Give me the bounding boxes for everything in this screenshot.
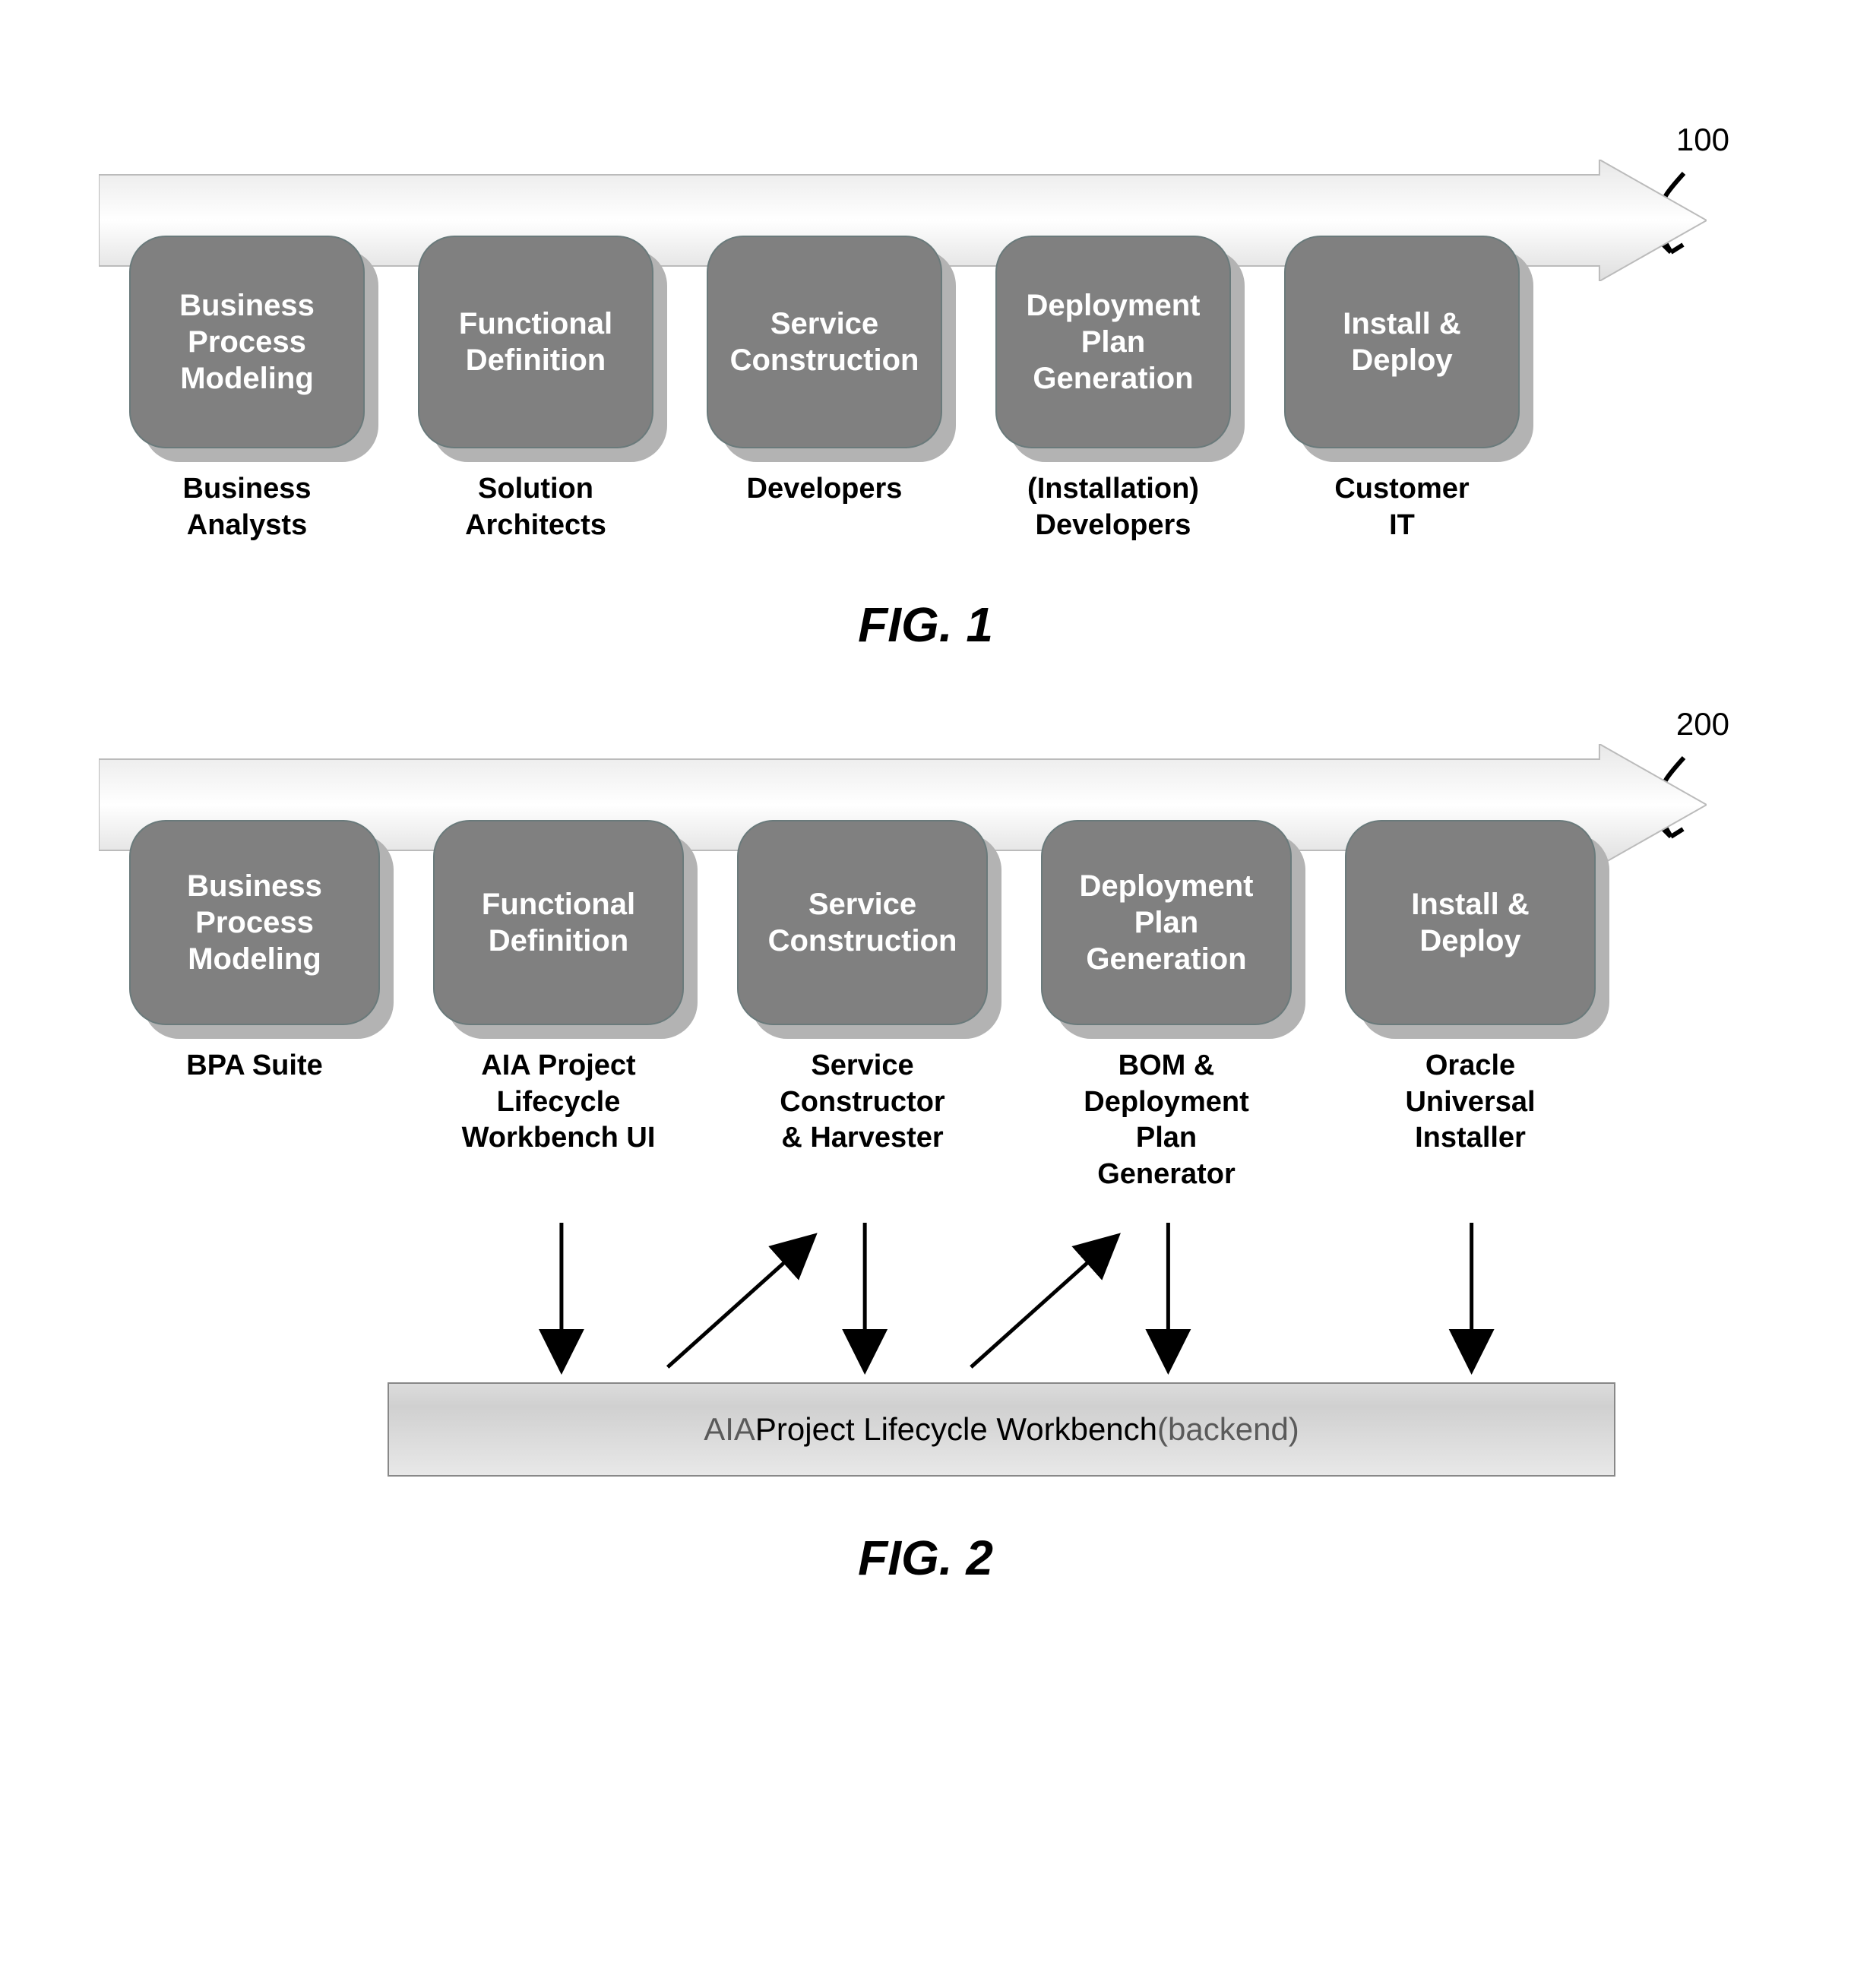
fig1-box-5: Install &Deploy [1284, 236, 1520, 448]
fig1-caption-2: SolutionArchitects [418, 471, 653, 543]
fig2-caption-row: BPA Suite AIA ProjectLifecycleWorkbench … [99, 1048, 1752, 1192]
fig1-box-4-title: DeploymentPlanGeneration [1027, 287, 1201, 397]
fig1-box-3: ServiceConstruction [707, 236, 942, 448]
fig2-box-5: Install &Deploy [1345, 820, 1596, 1025]
fig1-box-5-title: Install &Deploy [1343, 305, 1461, 378]
fig1-box-4: DeploymentPlanGeneration [995, 236, 1231, 448]
fig2-box-2-title: FunctionalDefinition [482, 886, 635, 959]
fig2-box-4-title: DeploymentPlanGeneration [1080, 868, 1254, 977]
fig2-box-2: FunctionalDefinition [433, 820, 684, 1025]
fig1-box-3-title: ServiceConstruction [730, 305, 919, 378]
fig1-box-1: BusinessProcessModeling [129, 236, 365, 448]
fig1-label: FIG. 1 [99, 597, 1752, 653]
fig2-backend-bar: AIA Project Lifecycle Workbench (backend… [388, 1382, 1615, 1477]
fig1-box-2: FunctionalDefinition [418, 236, 653, 448]
fig2-box-1: BusinessProcessModeling [129, 820, 380, 1025]
fig2-label: FIG. 2 [99, 1530, 1752, 1586]
fig1-ref-number: 100 [1676, 122, 1729, 158]
fig1-box-2-title: FunctionalDefinition [459, 305, 612, 378]
fig2-flow-arrows [129, 1215, 1722, 1382]
fig2-box-5-title: Install &Deploy [1411, 886, 1530, 959]
fig2-caption-1: BPA Suite [129, 1048, 380, 1192]
fig2-caption-4: BOM &DeploymentPlanGenerator [1041, 1048, 1292, 1192]
fig2-box-3-title: ServiceConstruction [768, 886, 957, 959]
fig2-ref-number: 200 [1676, 706, 1729, 742]
fig2-box-4: DeploymentPlanGeneration [1041, 820, 1292, 1025]
fig2-box-1-title: BusinessProcessModeling [187, 868, 322, 977]
fig2-backend-prefix: AIA [704, 1411, 755, 1448]
fig2-caption-3: ServiceConstructor& Harvester [737, 1048, 988, 1192]
fig1-caption-5: CustomerIT [1284, 471, 1520, 543]
fig2-backend-emph: Project Lifecycle Workbench [755, 1411, 1157, 1448]
fig2-caption-2: AIA ProjectLifecycleWorkbench UI [433, 1048, 684, 1192]
fig1-caption-4: (Installation)Developers [995, 471, 1231, 543]
fig2-caption-5: OracleUniversalInstaller [1345, 1048, 1596, 1192]
figure-1: 100 BusinessProcessModeling [99, 160, 1752, 653]
figure-2: 200 BusinessProcessModeling [99, 744, 1752, 1586]
fig1-caption-3: Developers [707, 471, 942, 543]
fig2-box-3: ServiceConstruction [737, 820, 988, 1025]
fig2-box-row: BusinessProcessModeling FunctionalDefini… [99, 820, 1752, 1025]
fig1-box-1-title: BusinessProcessModeling [179, 287, 315, 397]
fig2-backend-suffix: (backend) [1157, 1411, 1299, 1448]
fig1-caption-1: BusinessAnalysts [129, 471, 365, 543]
fig1-caption-row: BusinessAnalysts SolutionArchitects Deve… [99, 471, 1752, 543]
fig1-box-row: BusinessProcessModeling FunctionalDefini… [99, 236, 1752, 448]
